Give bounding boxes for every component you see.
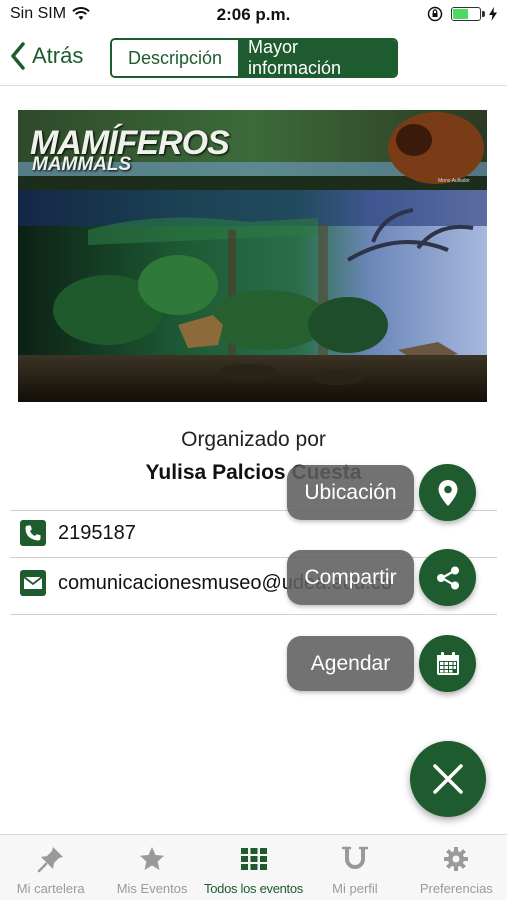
location-pin-icon [438, 479, 457, 506]
nav-bar: Atrás Descripción Mayor información [0, 30, 507, 86]
back-button[interactable]: Atrás [10, 42, 83, 70]
tab-descripcion[interactable]: Descripción [112, 40, 238, 76]
calendar-button[interactable] [419, 635, 476, 692]
phone-icon [20, 520, 46, 546]
horseshoe-icon [341, 843, 369, 875]
star-icon [138, 843, 166, 875]
close-icon [433, 764, 463, 794]
pin-icon [37, 843, 65, 875]
charging-bolt-icon [489, 7, 497, 21]
close-fab-button[interactable] [410, 741, 486, 817]
calendar-icon [436, 651, 459, 675]
tab-label: Mi perfil [332, 881, 378, 896]
tab-label: Mi cartelera [16, 881, 85, 896]
grid-icon [240, 843, 267, 875]
battery-icon [451, 7, 485, 21]
segmented-control: Descripción Mayor información [110, 38, 398, 78]
tab-bar: Mi cartelera Mis Eventos Todos los event… [0, 834, 507, 900]
fab-label-agendar[interactable]: Agendar [287, 636, 414, 691]
organizer-label: Organizado por [181, 428, 326, 451]
tab-mis-eventos[interactable]: Mis Eventos [101, 835, 202, 900]
location-button[interactable] [419, 464, 476, 521]
tab-mayor-informacion[interactable]: Mayor información [238, 40, 396, 76]
fab-label-compartir[interactable]: Compartir [287, 550, 414, 605]
tab-todos-los-eventos[interactable]: Todos los eventos [203, 835, 304, 900]
battery-level-fill [453, 9, 469, 19]
chevron-left-icon [11, 42, 25, 70]
share-icon [436, 566, 459, 589]
tab-preferencias[interactable]: Preferencias [406, 835, 507, 900]
banner-title-en: MAMMALS [32, 154, 132, 175]
divider [10, 614, 497, 615]
tab-label: Preferencias [419, 881, 493, 896]
gear-icon [442, 843, 470, 875]
event-image: MAMÍFEROS MAMMALS Mono Aullador [18, 110, 487, 402]
status-right [427, 6, 497, 22]
phone-number: 2195187 [58, 521, 136, 544]
tab-label: Todos los eventos [204, 881, 303, 896]
banner-credit: Mono Aullador [438, 178, 470, 184]
fab-label-ubicacion[interactable]: Ubicación [287, 465, 414, 520]
orientation-lock-icon [427, 6, 443, 22]
status-bar: Sin SIM 2:06 p.m. [0, 0, 507, 30]
divider [10, 557, 497, 558]
email-icon [20, 570, 46, 596]
phone-row[interactable]: 2195187 [20, 520, 136, 546]
tab-label: Mis Eventos [116, 881, 188, 896]
share-button[interactable] [419, 549, 476, 606]
divider [10, 510, 497, 511]
tab-mi-cartelera[interactable]: Mi cartelera [0, 835, 101, 900]
back-label: Atrás [32, 43, 84, 68]
tab-mi-perfil[interactable]: Mi perfil [304, 835, 405, 900]
